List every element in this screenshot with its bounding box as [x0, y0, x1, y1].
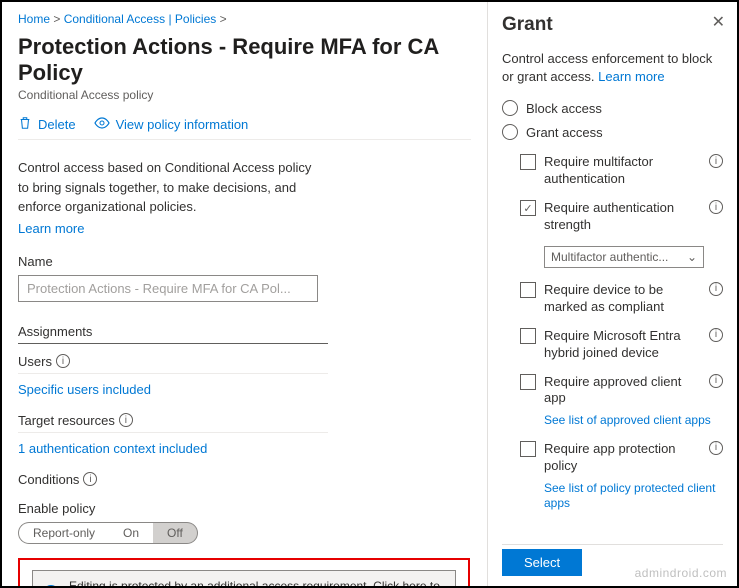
- view-policy-button[interactable]: View policy information: [94, 116, 249, 133]
- grant-panel: ✕ Grant Control access enforcement to bl…: [487, 2, 737, 586]
- info-icon: i: [43, 585, 59, 587]
- trash-icon: [18, 116, 32, 133]
- checkbox-icon: [520, 282, 536, 298]
- checkbox-icon: [520, 441, 536, 457]
- check-approved-client[interactable]: Require approved client app i: [520, 374, 723, 408]
- checkbox-icon: [520, 374, 536, 390]
- close-icon[interactable]: ✕: [712, 12, 725, 32]
- enable-policy-toggle[interactable]: Report-only On Off: [18, 522, 471, 544]
- chevron-down-icon: ⌄: [687, 250, 697, 264]
- checkbox-icon: [520, 154, 536, 170]
- auth-strength-dropdown[interactable]: Multifactor authentic... ⌄: [544, 246, 704, 268]
- page-title: Protection Actions - Require MFA for CA …: [18, 34, 471, 86]
- name-label: Name: [18, 254, 471, 269]
- grant-options: Require multifactor authentication i ✓ R…: [520, 154, 723, 536]
- info-icon[interactable]: i: [119, 413, 133, 427]
- toggle-on[interactable]: On: [109, 522, 153, 544]
- breadcrumb: Home > Conditional Access | Policies >: [18, 12, 471, 26]
- grant-intro: Control access enforcement to block or g…: [502, 50, 723, 86]
- toggle-off[interactable]: Off: [153, 522, 198, 544]
- info-icon[interactable]: i: [709, 374, 723, 388]
- check-require-mfa[interactable]: Require multifactor authentication i: [520, 154, 723, 188]
- eye-icon: [94, 116, 110, 133]
- toolbar: Delete View policy information: [18, 116, 471, 140]
- breadcrumb-home[interactable]: Home: [18, 12, 50, 26]
- grant-learn-more[interactable]: Learn more: [598, 69, 664, 84]
- select-button[interactable]: Select: [502, 549, 582, 576]
- check-app-protection[interactable]: Require app protection policy i: [520, 441, 723, 475]
- check-entra-hybrid[interactable]: Require Microsoft Entra hybrid joined de…: [520, 328, 723, 362]
- name-input[interactable]: [18, 275, 318, 302]
- watermark: admindroid.com: [635, 566, 727, 580]
- radio-block-access[interactable]: Block access: [502, 100, 723, 116]
- enable-policy-label: Enable policy: [18, 501, 471, 516]
- checkbox-icon: ✓: [520, 200, 536, 216]
- radio-icon: [502, 124, 518, 140]
- info-icon[interactable]: i: [709, 282, 723, 296]
- info-icon[interactable]: i: [709, 200, 723, 214]
- breadcrumb-policies[interactable]: Conditional Access | Policies: [64, 12, 217, 26]
- users-label: Users i: [18, 354, 328, 374]
- reauth-text[interactable]: Editing is protected by an additional ac…: [69, 579, 445, 587]
- reauth-banner: i Editing is protected by an additional …: [18, 558, 470, 587]
- grant-title: Grant: [502, 14, 723, 36]
- target-resources-label: Target resources i: [18, 413, 328, 433]
- info-icon[interactable]: i: [56, 354, 70, 368]
- approved-apps-link[interactable]: See list of approved client apps: [544, 413, 723, 429]
- radio-grant-access[interactable]: Grant access: [502, 124, 723, 140]
- checkbox-icon: [520, 328, 536, 344]
- check-require-auth-strength[interactable]: ✓ Require authentication strength i: [520, 200, 723, 234]
- toggle-report-only[interactable]: Report-only: [18, 522, 109, 544]
- learn-more-link[interactable]: Learn more: [18, 221, 471, 236]
- page-subtitle: Conditional Access policy: [18, 88, 471, 102]
- target-value-link[interactable]: 1 authentication context included: [18, 441, 471, 456]
- check-device-compliant[interactable]: Require device to be marked as compliant…: [520, 282, 723, 316]
- protection-apps-link[interactable]: See list of policy protected client apps: [544, 481, 723, 512]
- info-icon[interactable]: i: [83, 472, 97, 486]
- delete-button[interactable]: Delete: [18, 116, 76, 133]
- info-icon[interactable]: i: [709, 328, 723, 342]
- radio-icon: [502, 100, 518, 116]
- intro-text: Control access based on Conditional Acce…: [18, 158, 318, 217]
- info-icon[interactable]: i: [709, 154, 723, 168]
- conditions-label: Conditions i: [18, 472, 328, 491]
- users-value-link[interactable]: Specific users included: [18, 382, 471, 397]
- info-icon[interactable]: i: [709, 441, 723, 455]
- assignments-header: Assignments: [18, 324, 328, 344]
